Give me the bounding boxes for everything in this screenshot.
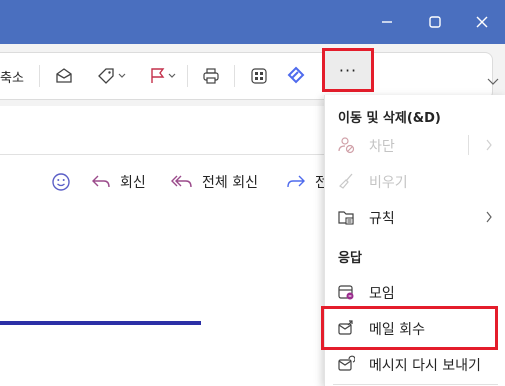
ribbon-divider	[187, 65, 188, 87]
ribbon-expand-chevron-icon[interactable]	[487, 78, 499, 86]
forward-button[interactable]: 전	[285, 170, 328, 194]
more-dots-icon: ···	[338, 61, 358, 80]
menu-item-resend[interactable]: 메시지 다시 보내기	[325, 346, 505, 382]
flag-button[interactable]	[143, 61, 181, 91]
accent-divider-line	[0, 321, 201, 325]
forward-arrow-icon	[287, 175, 305, 188]
reply-label: 회신	[120, 175, 146, 191]
ribbon-toolbar: 축소	[0, 52, 493, 100]
menu-item-sweep-label: 비우기	[369, 175, 408, 191]
menu-section-move-delete: 이동 및 삭제(&D)	[338, 111, 441, 126]
chevron-right-icon	[486, 139, 492, 151]
folder-rules-icon	[338, 211, 354, 225]
reply-arrow-icon	[92, 175, 110, 188]
close-button[interactable]	[459, 6, 505, 38]
menu-item-sweep[interactable]: 비우기	[325, 163, 505, 199]
menu-item-block[interactable]: 차단	[325, 127, 505, 163]
chevron-down-icon	[118, 73, 126, 78]
split-divider	[468, 135, 469, 155]
envelope-open-icon	[56, 68, 72, 83]
menu-item-resend-label: 메시지 다시 보내기	[369, 358, 481, 374]
emoji-reaction-button[interactable]	[51, 170, 79, 194]
print-button[interactable]	[198, 61, 224, 91]
reply-all-button[interactable]: 전체 회신	[170, 170, 258, 194]
reply-all-label: 전체 회신	[202, 175, 258, 191]
minimize-button[interactable]	[364, 6, 410, 38]
close-icon	[476, 16, 488, 28]
apps-button[interactable]	[246, 61, 272, 91]
recall-highlight-box	[321, 306, 498, 350]
more-options-button[interactable]: ···	[322, 48, 374, 92]
menu-divider	[333, 384, 498, 385]
reply-all-icon	[171, 175, 192, 188]
menu-item-rules-label: 규칙	[369, 211, 395, 227]
ribbon-divider	[39, 65, 40, 87]
chevron-right-icon	[486, 211, 492, 223]
addin-button[interactable]	[283, 61, 309, 91]
tag-icon	[98, 68, 114, 84]
minimize-icon	[382, 21, 392, 23]
reply-button[interactable]: 회신	[90, 170, 146, 194]
maximize-button[interactable]	[412, 6, 458, 38]
shrink-label[interactable]: 축소	[0, 67, 24, 86]
broom-icon	[339, 173, 353, 189]
categorize-button[interactable]	[92, 61, 130, 91]
title-bar	[0, 0, 505, 44]
block-person-icon	[338, 137, 355, 154]
menu-item-rules[interactable]: 규칙	[325, 199, 505, 235]
menu-item-meeting-label: 모임	[369, 286, 395, 302]
smiley-icon	[52, 173, 70, 191]
flag-icon	[151, 68, 165, 83]
menu-item-block-label: 차단	[369, 139, 395, 155]
chevron-down-icon	[168, 73, 176, 78]
menu-section-respond: 응답	[338, 251, 362, 266]
maximize-icon	[429, 16, 441, 28]
apps-grid-icon	[251, 68, 267, 84]
printer-icon	[203, 68, 219, 84]
calendar-meeting-icon	[338, 285, 354, 300]
read-unread-button[interactable]	[50, 61, 78, 91]
menu-item-meeting[interactable]: 모임	[325, 274, 505, 310]
mail-resend-icon	[338, 355, 355, 371]
loop-addin-icon	[287, 66, 305, 84]
ribbon-divider	[234, 65, 235, 87]
